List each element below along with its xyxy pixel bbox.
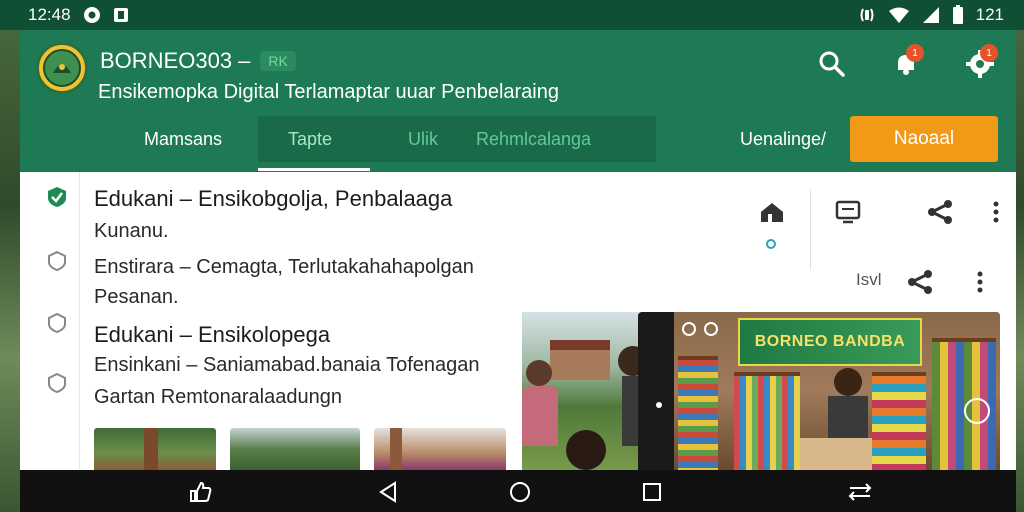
unchecked-circle-icon[interactable] [46,312,68,334]
recents-button[interactable] [638,478,666,506]
settings-badge: 1 [980,44,998,62]
app-header: BORNEO303 – RK Ensikemopka Digital Terla… [20,30,1016,172]
bookshelf [734,372,800,470]
share-button[interactable] [922,194,958,230]
battery-icon [952,5,964,25]
comment-button[interactable] [830,194,866,230]
share-icon [908,270,932,294]
app-title-text: BORNEO303 – [100,48,251,73]
app-title: BORNEO303 – RK [100,48,296,74]
more-vert-icon [977,271,983,293]
library-banner: BORNEO BANDBA [738,318,922,366]
vibrate-icon [858,6,876,24]
signal-icon [922,6,940,24]
unchecked-circle-icon[interactable] [46,372,68,394]
search-button[interactable] [812,44,852,84]
status-bar: 12:48 121 [0,0,1024,30]
back-button[interactable] [374,478,402,506]
unchecked-circle-icon[interactable] [46,250,68,272]
home-nav-button[interactable] [506,478,534,506]
switch-arrows-icon [848,483,872,501]
more-vert-icon [993,201,999,223]
wifi-icon [888,6,910,24]
tab-mamsans[interactable]: Mamsans [144,116,222,162]
tab-tapte[interactable]: Tapte [288,116,332,162]
share-button-2[interactable] [902,264,938,300]
more-options-button-2[interactable] [968,264,992,300]
monitor-icon [835,200,861,224]
entry-body-1: Enstirara – Cemagta, Terlutakahahapolgan [94,256,474,278]
settings-button[interactable]: 1 [960,44,1000,84]
share-icon [928,200,952,224]
checkbox-column [20,172,80,470]
tabs-row: Mamsans Tapte Ulik Rehmlcalanga Uenaling… [20,116,1016,172]
thumbs-up-icon [190,481,212,502]
entry-body-4: Gartan Remtonaralaadungn [94,386,342,408]
entry-meta: Isvl [856,270,882,289]
tab-rehmlcalanga[interactable]: Rehmlcalanga [476,116,591,162]
tab-ulik[interactable]: Ulik [408,116,438,162]
thumbnail-image[interactable] [230,428,360,470]
tab-uenalinge[interactable]: Uenalinge/ [740,116,826,162]
thumbnail-image[interactable] [374,428,506,470]
entry-heading-1[interactable]: Edukani – Ensikobgolja, Penbalaaga [94,186,452,212]
edit-icon[interactable] [682,322,696,336]
primary-action-button[interactable]: Naoaal [850,116,998,162]
student-photo[interactable] [522,312,640,470]
home-button[interactable] [754,194,790,230]
settings-icon[interactable] [704,322,718,336]
header-actions: 1 1 [812,44,1000,84]
refresh-icon[interactable] [964,398,990,424]
home-icon [761,203,783,222]
app-subtitle: Ensikemopka Digital Terlamaptar uuar Pen… [98,81,559,103]
system-nav-bar [20,470,1016,512]
hornbill-logo-icon [43,49,81,87]
entry-subtitle-1: Kunanu. [94,220,169,242]
active-tab-indicator [258,168,370,171]
back-triangle-icon [379,481,396,503]
entry-body-3: Ensinkani – Saniamabad.banaia Tofenagan [94,354,480,376]
home-circle-icon [510,482,530,502]
entry-body-2: Pesanan. [94,286,179,308]
content-area: Edukani – Ensikobgolja, Penbalaaga Kunan… [20,172,1016,470]
carousel-dot[interactable] [656,402,662,408]
switch-app-button[interactable] [846,478,874,506]
app-logo[interactable] [36,42,88,94]
checked-circle-icon[interactable] [46,186,68,208]
bookshelf [678,356,718,470]
notification-status-icon [113,7,129,23]
app-screen: BORNEO303 – RK Ensikemopka Digital Terla… [20,30,1016,512]
battery-level: 121 [975,5,1004,24]
bookshelf [872,372,926,470]
recents-square-icon [643,483,661,501]
more-options-button[interactable] [984,194,1008,230]
sync-indicator-icon [766,239,776,249]
title-badge: RK [260,51,296,71]
thumbs-up-button[interactable] [186,478,214,506]
settings-gear-status-icon [83,6,101,24]
notifications-button[interactable]: 1 [886,44,926,84]
divider [810,190,811,270]
notification-badge: 1 [906,44,924,62]
status-time: 12:48 [28,5,71,24]
thumbnail-image[interactable] [94,428,216,470]
entry-heading-2[interactable]: Edukani – Ensikolopega [94,322,330,348]
search-icon [819,51,845,77]
library-photo[interactable]: BORNEO BANDBA [638,312,1000,470]
